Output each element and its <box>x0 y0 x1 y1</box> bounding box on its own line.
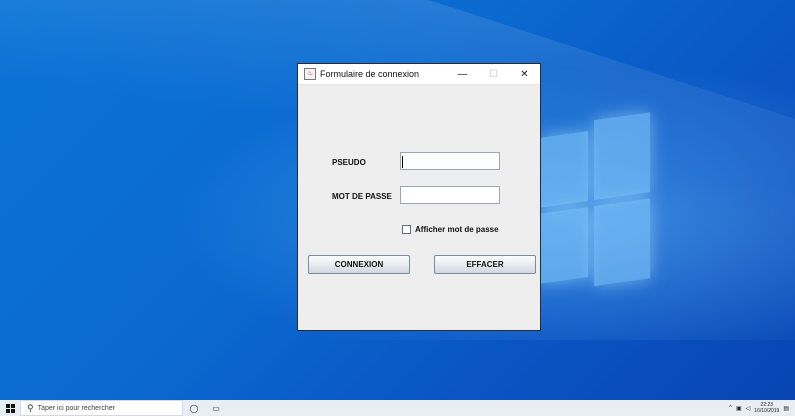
password-label: MOT DE PASSE <box>332 192 392 201</box>
show-password-checkbox[interactable] <box>402 225 411 234</box>
maximize-button[interactable]: ☐ <box>478 64 509 84</box>
window-title: Formulaire de connexion <box>320 69 420 79</box>
close-button[interactable]: ✕ <box>509 64 540 84</box>
pseudo-input[interactable] <box>400 152 500 170</box>
show-password-label: Afficher mot de passe <box>415 225 499 234</box>
text-caret <box>402 156 403 168</box>
connect-button[interactable]: CONNEXION <box>308 255 410 274</box>
windows-start-icon <box>5 403 15 413</box>
search-icon: ⚲ <box>27 402 34 413</box>
search-placeholder: Taper ici pour rechercher <box>37 404 116 412</box>
notifications-icon[interactable]: ▤ <box>783 405 789 412</box>
start-button[interactable] <box>0 400 20 416</box>
taskbar-search[interactable]: ⚲ Taper ici pour rechercher <box>20 400 183 416</box>
pseudo-label: PSEUDO <box>332 158 366 167</box>
clock-date: 16/10/2019 <box>754 408 780 414</box>
system-tray: ^ ▣ ◁ 22:23 16/10/2019 ▤ <box>729 400 789 416</box>
minimize-button[interactable]: — <box>447 64 478 84</box>
password-input[interactable] <box>400 186 500 204</box>
title-bar[interactable]: ♨ Formulaire de connexion — ☐ ✕ <box>298 64 540 85</box>
taskbar: ⚲ Taper ici pour rechercher ◯ ▭ ^ ▣ ◁ 22… <box>0 400 795 416</box>
task-view-icon[interactable]: ▭ <box>205 400 227 416</box>
volume-icon[interactable]: ◁ <box>746 405 751 412</box>
network-icon[interactable]: ▣ <box>736 405 742 412</box>
clock[interactable]: 22:23 16/10/2019 <box>754 402 779 414</box>
chevron-up-icon[interactable]: ^ <box>729 405 732 411</box>
clear-button[interactable]: EFFACER <box>434 255 536 274</box>
java-app-icon: ♨ <box>304 68 316 80</box>
windows-logo-wallpaper <box>540 112 650 297</box>
cortana-icon[interactable]: ◯ <box>183 400 205 416</box>
show-password-row[interactable]: Afficher mot de passe <box>402 225 499 234</box>
